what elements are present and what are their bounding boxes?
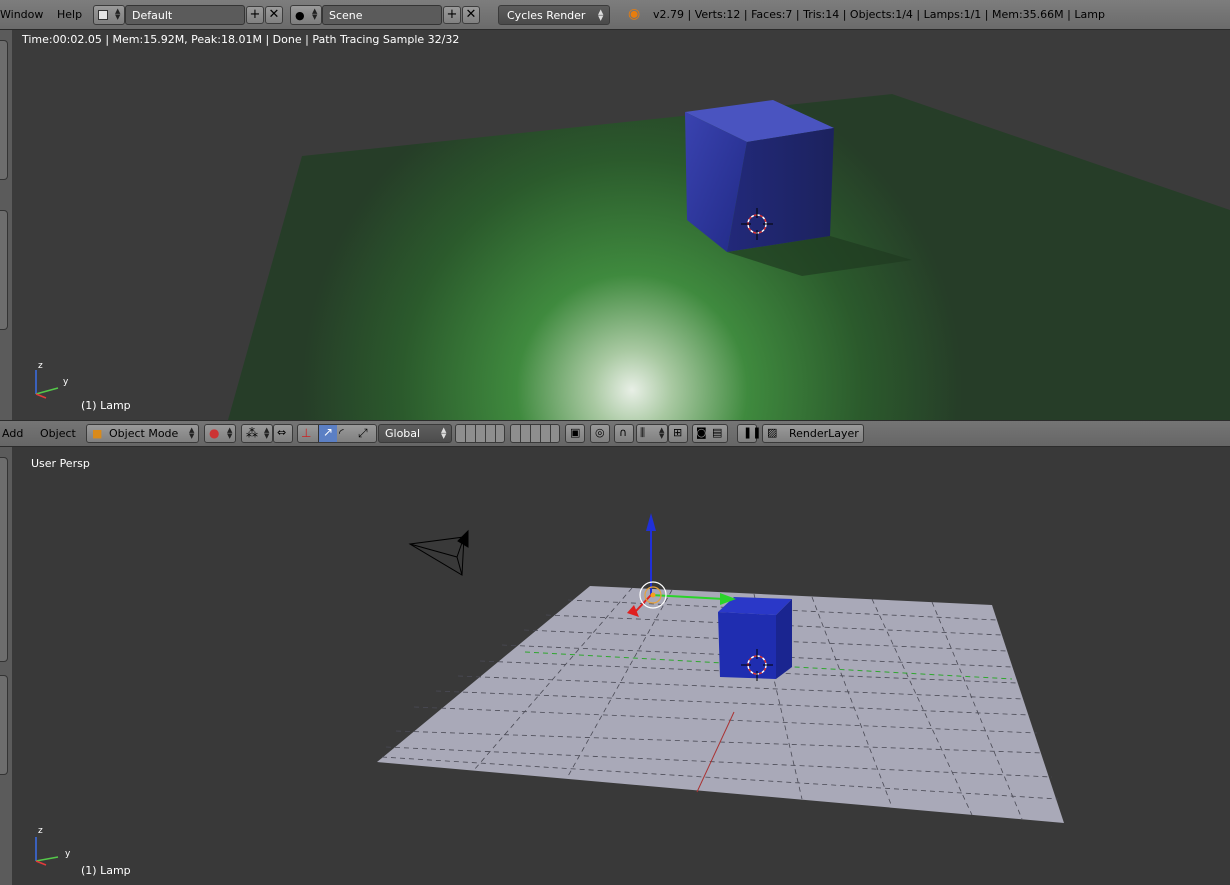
mode-label: Object Mode	[109, 427, 179, 440]
proportional-edit-button[interactable]: ◎	[590, 424, 610, 443]
view-perspective-label: User Persp	[31, 457, 90, 470]
solid-scene	[35, 513, 1064, 866]
cube-mode-icon: ■	[92, 427, 103, 440]
dropdown-arrows-icon: ▲ ▼	[227, 426, 233, 440]
tool-shelf-tab[interactable]	[0, 210, 8, 330]
menu-add[interactable]: Add	[2, 427, 23, 440]
pause-icon: ❚❚	[743, 426, 762, 439]
left-edge-panel-bottom[interactable]	[0, 447, 12, 885]
tool-shelf-tab[interactable]	[0, 675, 8, 775]
axis-y-label: y	[65, 849, 71, 859]
camera-icon[interactable]	[408, 529, 469, 576]
shading-sphere-icon: ●	[209, 426, 220, 440]
dropdown-arrows-icon: ▲ ▼	[441, 426, 447, 440]
menu-window[interactable]: Window	[0, 8, 43, 21]
lock-camera-button[interactable]: ▣	[565, 424, 585, 443]
rendered-viewport[interactable]: Time:00:02.05 | Mem:15.92M, Peak:18.01M …	[12, 30, 1230, 420]
screen-layout-name-field[interactable]: Default	[125, 5, 245, 25]
add-scene-plus-icon[interactable]: +	[443, 6, 461, 24]
dropdown-arrows-icon: ▲ ▼	[312, 7, 318, 21]
arrows-icon: ⇔	[277, 426, 287, 439]
proportional-edit-icon: ◎	[595, 426, 605, 439]
menu-object[interactable]: Object	[40, 427, 76, 440]
rotate-manipulator-icon[interactable]: ◜	[339, 426, 344, 440]
snap-target-button[interactable]: ⊞	[668, 424, 688, 443]
dropdown-arrows-icon: ▲ ▼	[598, 8, 604, 22]
render-layer-icon: ▨	[767, 426, 778, 439]
menu-help[interactable]: Help	[57, 8, 82, 21]
transform-orientation-dropdown[interactable]: Global ▲ ▼	[378, 424, 452, 443]
left-edge-panel[interactable]	[0, 30, 12, 420]
axes-gizmo-icon	[35, 837, 59, 866]
viewport-shading-dropdown[interactable]: ● ▲ ▼	[204, 424, 236, 443]
layers-row-2[interactable]	[510, 424, 560, 443]
axis-z-label: z	[38, 826, 43, 836]
axis-z-label: z	[38, 361, 43, 371]
tool-shelf-tab[interactable]	[0, 457, 8, 662]
snap-increment-icon: ⫼	[640, 426, 646, 439]
cube-front-face	[718, 612, 776, 679]
add-layout-plus-icon[interactable]: +	[246, 6, 264, 24]
scene-dropdown[interactable]: ● ▲ ▼	[290, 5, 322, 25]
manipulator-toggle-icon[interactable]: ⊥	[301, 426, 311, 440]
render-scene	[35, 94, 1230, 420]
scale-manipulator-icon[interactable]: ⤢	[358, 426, 368, 441]
top-header: Window Help ▲ ▼ Default + ✕ ● ▲ ▼ Scene + …	[0, 0, 1230, 30]
render-layer-label: RenderLayer	[789, 427, 859, 440]
dropdown-arrows-icon: ▲ ▼	[189, 426, 195, 440]
blender-logo-icon: ◉	[628, 6, 641, 22]
solid-viewport[interactable]: User Persp z y (1) Lamp	[12, 447, 1230, 885]
snap-target-icon: ⊞	[673, 426, 683, 439]
translate-manipulator-icon[interactable]: ↗	[318, 425, 337, 442]
delete-scene-close-icon[interactable]: ✕	[462, 6, 480, 24]
axes-gizmo-icon	[35, 370, 59, 399]
render-engine-label: Cycles Render	[507, 9, 586, 22]
lock-icon: ▣	[570, 426, 581, 439]
layout-icon	[98, 10, 108, 20]
manipulator-group: ⊥ ↗ ◜ ⤢	[297, 424, 377, 443]
render-status-text: Time:00:02.05 | Mem:15.92M, Peak:18.01M …	[22, 33, 460, 46]
dropdown-arrows-icon: ▲ ▼	[264, 426, 270, 440]
scene-stats: v2.79 | Verts:12 | Faces:7 | Tris:14 | O…	[653, 8, 1105, 21]
render-layer-selector[interactable]: ▨ RenderLayer	[762, 424, 864, 443]
render-engine-dropdown[interactable]: Cycles Render ▲ ▼	[498, 5, 610, 25]
screen-layout-dropdown[interactable]: ▲ ▼	[93, 5, 125, 25]
layers-row-1[interactable]	[455, 424, 505, 443]
orientation-label: Global	[385, 427, 421, 440]
snap-toggle-button[interactable]: ∩	[614, 424, 634, 443]
render-animation-icon[interactable]: ▤	[712, 426, 722, 439]
interaction-mode-dropdown[interactable]: ■ Object Mode ▲ ▼	[86, 424, 199, 443]
dropdown-arrows-icon: ▲ ▼	[659, 426, 665, 440]
viewport-header-toolbar: Add Object ■ Object Mode ▲ ▼ ● ▲ ▼ ⁂ ▲ ▼ ⇔ …	[0, 420, 1230, 447]
axis-y-label: y	[63, 377, 69, 387]
pause-render-button[interactable]: ❚❚	[737, 424, 761, 443]
scene-icon: ●	[295, 9, 305, 22]
opengl-render-group: ◙ ▤	[692, 424, 728, 443]
pivot-point-dropdown[interactable]: ⁂ ▲ ▼	[241, 424, 273, 443]
delete-layout-close-icon[interactable]: ✕	[265, 6, 283, 24]
tool-shelf-tab[interactable]	[0, 40, 8, 180]
magnet-icon: ∩	[619, 426, 628, 439]
render-still-icon[interactable]: ◙	[696, 426, 707, 439]
snap-element-dropdown[interactable]: ⫼ ▲ ▼	[636, 424, 668, 443]
dropdown-arrows-icon: ▲ ▼	[115, 7, 121, 21]
active-object-label: (1) Lamp	[81, 399, 131, 412]
pivot-icon: ⁂	[246, 426, 258, 440]
active-object-label: (1) Lamp	[81, 864, 131, 877]
z-arrow-icon[interactable]	[646, 513, 656, 531]
manipulate-centers-button[interactable]: ⇔	[273, 424, 293, 443]
scene-name-field[interactable]: Scene	[322, 5, 442, 25]
